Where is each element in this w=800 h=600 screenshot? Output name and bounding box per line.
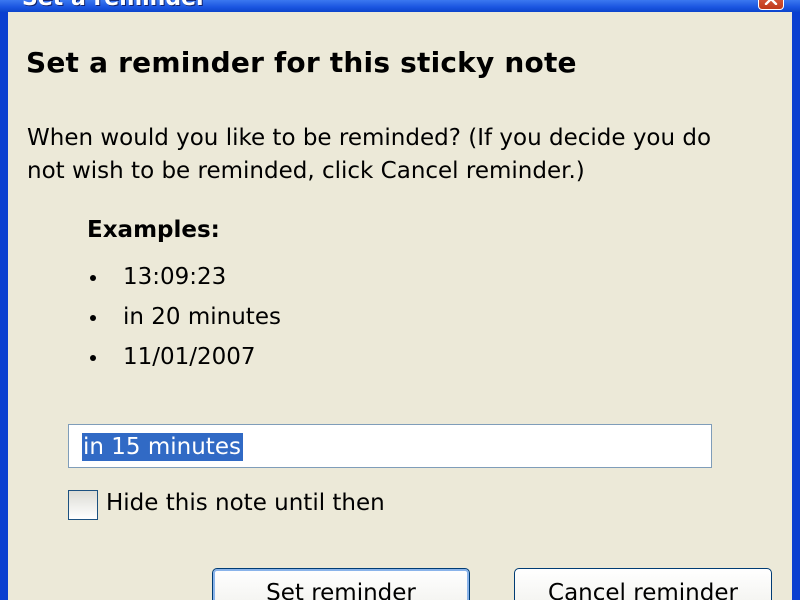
example-text: 13:09:23 bbox=[123, 264, 227, 290]
set-reminder-button[interactable]: Set reminder bbox=[212, 568, 470, 600]
dialog-heading: Set a reminder for this sticky note bbox=[26, 46, 577, 79]
cancel-reminder-button[interactable]: Cancel reminder bbox=[514, 568, 772, 600]
bullet-icon bbox=[90, 355, 96, 361]
title-bar[interactable]: Set a reminder bbox=[0, 0, 800, 12]
bullet-icon bbox=[90, 275, 96, 281]
examples-heading: Examples: bbox=[87, 217, 220, 243]
close-icon bbox=[764, 0, 778, 5]
example-text: in 20 minutes bbox=[123, 304, 281, 330]
window-title: Set a reminder bbox=[22, 0, 207, 11]
bullet-icon bbox=[90, 315, 96, 321]
hide-note-label[interactable]: Hide this note until then bbox=[106, 490, 385, 516]
example-text: 11/01/2007 bbox=[123, 344, 256, 370]
reminder-time-input[interactable]: in 15 minutes bbox=[68, 424, 712, 468]
reminder-input-value: in 15 minutes bbox=[82, 433, 243, 461]
reminder-dialog-window: Set a reminder Set a reminder for this s… bbox=[0, 0, 800, 600]
dialog-body: Set a reminder for this sticky note When… bbox=[8, 12, 792, 600]
close-button[interactable] bbox=[758, 0, 784, 10]
hide-note-checkbox[interactable] bbox=[68, 490, 98, 520]
intro-text: When would you like to be reminded? (If … bbox=[27, 125, 712, 184]
